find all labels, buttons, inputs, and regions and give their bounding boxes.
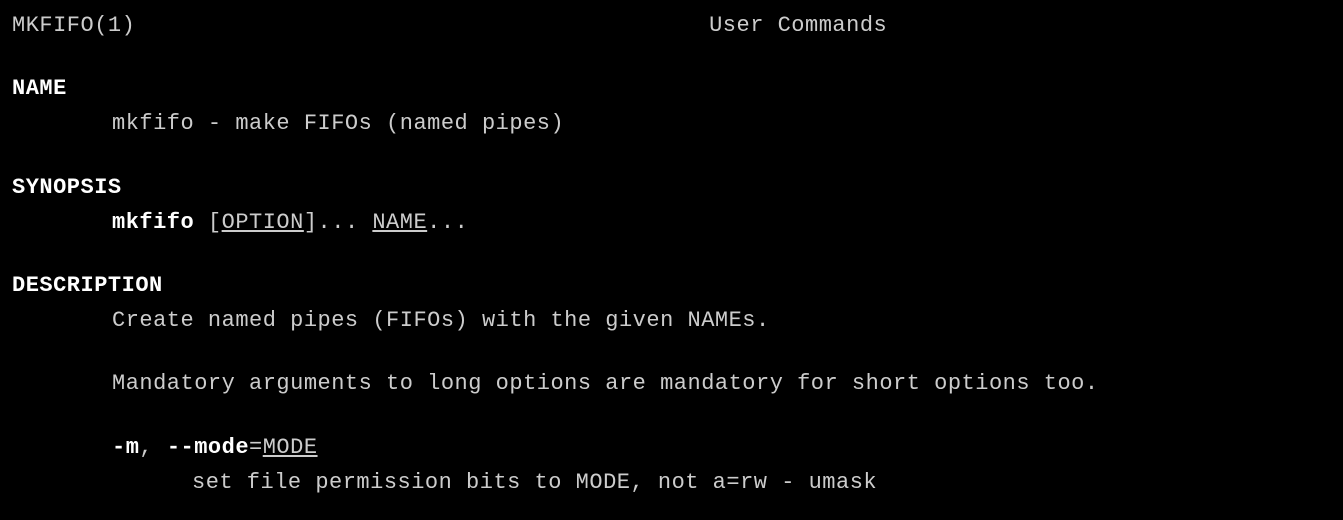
synopsis-line: mkfifo [OPTION]... NAME... <box>12 205 1331 240</box>
section-heading-name: NAME <box>12 71 1331 106</box>
name-text: mkfifo - make FIFOs (named pipes) <box>12 106 1331 141</box>
manpage-title-center: User Commands <box>135 8 1331 43</box>
manpage-title-left: MKFIFO(1) <box>12 8 135 43</box>
section-heading-description: DESCRIPTION <box>12 268 1331 303</box>
synopsis-bracket-close: ]... <box>304 210 373 235</box>
description-line1: Create named pipes (FIFOs) with the give… <box>12 303 1331 338</box>
synopsis-option: OPTION <box>222 210 304 235</box>
option-m-desc: set file permission bits to MODE, not a=… <box>12 465 1331 500</box>
synopsis-trailing: ... <box>427 210 468 235</box>
manpage-header: MKFIFO(1) User Commands <box>12 8 1331 43</box>
option-m-sep: , <box>139 435 166 460</box>
synopsis-name-arg: NAME <box>372 210 427 235</box>
option-m-eq: = <box>249 435 263 460</box>
option-m-long: --mode <box>167 435 249 460</box>
option-m-arg: MODE <box>263 435 318 460</box>
synopsis-command: mkfifo <box>112 210 194 235</box>
option-m-short: -m <box>112 435 139 460</box>
description-line2: Mandatory arguments to long options are … <box>12 366 1331 401</box>
option-m-line: -m, --mode=MODE <box>12 430 1331 465</box>
section-heading-synopsis: SYNOPSIS <box>12 170 1331 205</box>
synopsis-bracket-open: [ <box>194 210 221 235</box>
